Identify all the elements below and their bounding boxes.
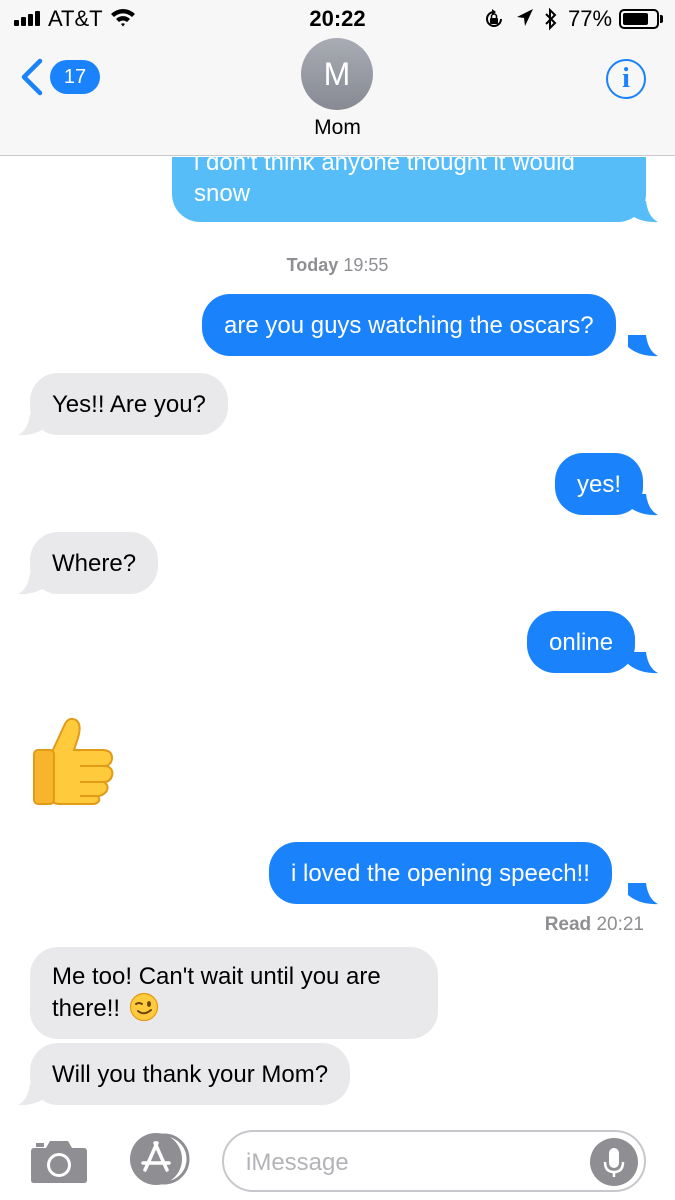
message-text: Where? bbox=[52, 549, 137, 577]
message-bubble-received[interactable]: Will you thank your Mom? bbox=[30, 1043, 351, 1105]
message-input-bar: iMessage bbox=[0, 1118, 675, 1200]
status-bar: AT&T 20:22 77% bbox=[0, 0, 675, 38]
message-input[interactable]: iMessage bbox=[222, 1130, 646, 1192]
message-text: i don't think anyone thought it would sn… bbox=[194, 157, 575, 207]
camera-icon[interactable] bbox=[30, 1138, 88, 1184]
message-text: yes! bbox=[577, 470, 622, 498]
microphone-button[interactable] bbox=[590, 1138, 638, 1186]
conversation-header: 17 M Mom i bbox=[0, 38, 675, 156]
chevron-left-icon bbox=[21, 58, 43, 96]
info-button[interactable]: i bbox=[606, 59, 646, 99]
message-text: Me too! Can't wait until you are there!! bbox=[52, 963, 381, 1022]
bubble-tail bbox=[18, 1084, 48, 1106]
bubble-tail bbox=[628, 201, 658, 223]
message-bubble-sent[interactable]: i don't think anyone thought it would sn… bbox=[172, 157, 646, 222]
timestamp: Today 19:55 bbox=[286, 255, 389, 275]
info-icon: i bbox=[622, 63, 630, 94]
bubble-tail bbox=[628, 494, 658, 516]
message-bubble-sent[interactable]: online bbox=[527, 611, 636, 673]
app-store-icon[interactable] bbox=[126, 1133, 192, 1185]
bubble-tail bbox=[628, 335, 658, 357]
message-text: i loved the opening speech!! bbox=[291, 859, 590, 887]
microphone-icon bbox=[603, 1148, 625, 1177]
winking-face-icon bbox=[129, 992, 158, 1022]
thumbs-up-icon[interactable] bbox=[30, 714, 118, 806]
input-placeholder: iMessage bbox=[246, 1149, 349, 1176]
message-bubble-received[interactable]: Where? bbox=[30, 532, 159, 594]
bubble-tail bbox=[18, 573, 48, 595]
location-icon bbox=[517, 9, 533, 26]
battery-level-fill bbox=[623, 13, 648, 25]
bluetooth-icon bbox=[545, 7, 557, 31]
contact-name[interactable]: Mom bbox=[0, 116, 675, 140]
message-list[interactable]: i don't think anyone thought it would sn… bbox=[0, 157, 675, 1117]
back-button[interactable]: 17 bbox=[18, 58, 100, 96]
message-text: Will you thank your Mom? bbox=[52, 1060, 329, 1088]
battery-cap bbox=[660, 15, 663, 23]
rotation-lock-icon bbox=[486, 9, 502, 27]
unread-count-badge: 17 bbox=[50, 60, 100, 94]
message-text: online bbox=[549, 628, 614, 656]
bubble-tail bbox=[18, 414, 48, 436]
message-bubble-sent[interactable]: are you guys watching the oscars? bbox=[202, 294, 616, 356]
message-bubble-sent[interactable]: i loved the opening speech!! bbox=[269, 842, 612, 904]
message-bubble-received[interactable]: Yes!! Are you? bbox=[30, 373, 228, 435]
message-bubble-received[interactable]: Me too! Can't wait until you are there!! bbox=[30, 947, 438, 1039]
message-text: are you guys watching the oscars? bbox=[224, 311, 594, 339]
bubble-tail bbox=[628, 883, 658, 905]
bubble-tail bbox=[628, 652, 658, 674]
message-text: Yes!! Are you? bbox=[52, 390, 206, 418]
contact-avatar[interactable]: M bbox=[301, 38, 373, 110]
read-receipt: Read 20:21 bbox=[544, 914, 644, 935]
battery-icon bbox=[619, 9, 659, 29]
battery-percent: 77% bbox=[568, 6, 613, 31]
